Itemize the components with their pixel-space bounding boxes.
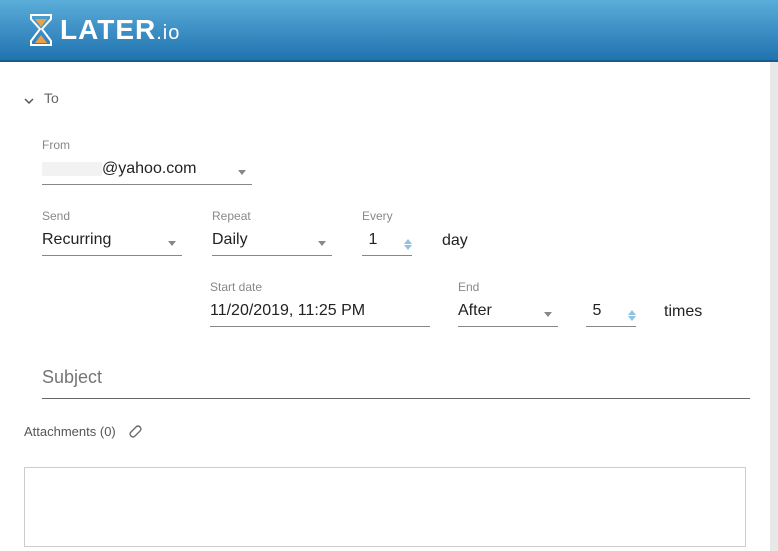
chevron-down-icon[interactable] [168, 241, 176, 246]
subject-row[interactable] [42, 367, 750, 399]
to-label: To [44, 90, 59, 106]
start-date-value[interactable]: 11/20/2019, 11:25 PM [210, 298, 430, 327]
end-label: End [458, 280, 558, 294]
brand-main: LATER [60, 14, 156, 45]
stepper-up-icon[interactable] [404, 239, 412, 244]
message-body[interactable] [24, 467, 746, 547]
repeat-field[interactable]: Repeat Daily [212, 209, 332, 256]
chevron-down-icon[interactable] [544, 312, 552, 317]
from-domain: @yahoo.com [102, 160, 197, 177]
stepper-down-icon[interactable] [404, 245, 412, 250]
start-date-label: Start date [210, 280, 430, 294]
start-date-field[interactable]: Start date 11/20/2019, 11:25 PM [210, 280, 430, 327]
repeat-label: Repeat [212, 209, 332, 223]
app-header: LATER.io [0, 0, 778, 62]
expand-to-icon[interactable] [24, 93, 34, 103]
times-stepper[interactable] [628, 310, 636, 321]
send-value[interactable]: Recurring [42, 227, 182, 256]
every-stepper[interactable] [404, 239, 412, 250]
to-row[interactable]: To [24, 90, 750, 106]
times-spacer [586, 280, 636, 294]
times-unit: times [664, 303, 702, 327]
from-value[interactable]: @yahoo.com [42, 156, 252, 185]
every-label: Every [362, 209, 412, 223]
subject-input[interactable] [42, 367, 750, 388]
every-unit: day [442, 232, 468, 256]
from-field[interactable]: From @yahoo.com [42, 138, 252, 185]
hourglass-icon [28, 13, 54, 47]
stepper-up-icon[interactable] [628, 310, 636, 315]
brand-text: LATER.io [60, 14, 180, 46]
attachments-row[interactable]: Attachments (0) [24, 423, 750, 439]
repeat-value[interactable]: Daily [212, 227, 332, 256]
brand-suffix: .io [156, 22, 180, 44]
attachments-label: Attachments (0) [24, 424, 116, 439]
end-value[interactable]: After [458, 298, 558, 327]
chevron-down-icon[interactable] [238, 170, 246, 175]
stepper-down-icon[interactable] [628, 316, 636, 321]
send-label: Send [42, 209, 182, 223]
paperclip-icon[interactable] [126, 423, 142, 439]
from-label: From [42, 138, 252, 152]
from-masked-portion [42, 162, 102, 176]
chevron-down-icon[interactable] [318, 241, 326, 246]
every-field[interactable]: Every 1 [362, 209, 412, 256]
send-field[interactable]: Send Recurring [42, 209, 182, 256]
end-field[interactable]: End After [458, 280, 558, 327]
compose-panel: To From @yahoo.com Send Recurring Repeat… [0, 62, 770, 551]
brand-logo: LATER.io [28, 13, 180, 47]
times-field[interactable]: 5 [586, 280, 636, 327]
